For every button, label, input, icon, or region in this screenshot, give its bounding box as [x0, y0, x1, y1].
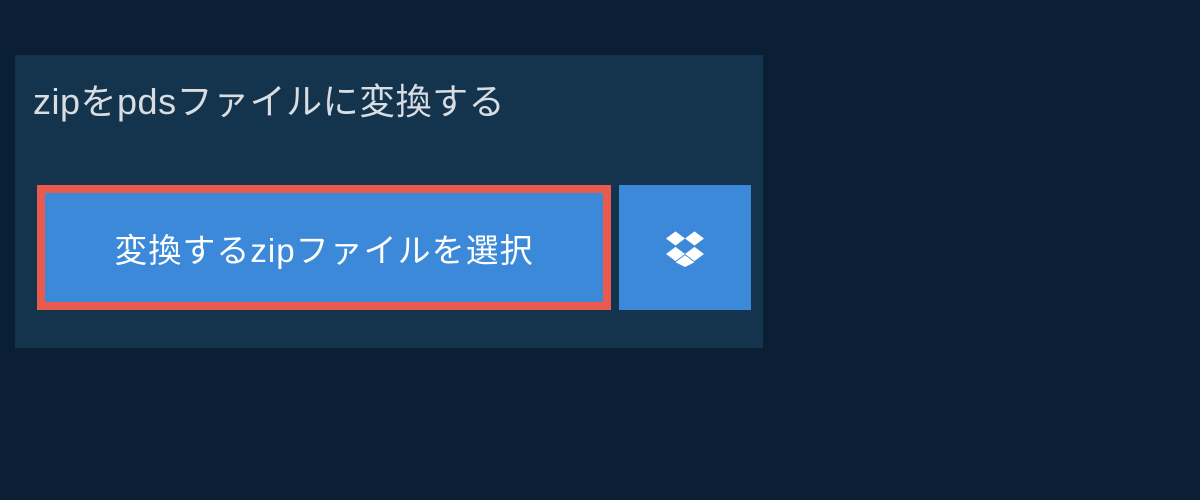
dropbox-button[interactable] — [619, 185, 751, 310]
conversion-panel: zipをpdsファイルに変換する 変換するzipファイルを選択 — [15, 55, 763, 348]
dropbox-icon — [666, 229, 704, 267]
select-file-button[interactable]: 変換するzipファイルを選択 — [37, 185, 611, 310]
select-file-label: 変換するzipファイルを選択 — [114, 224, 533, 272]
page-title: zipをpdsファイルに変換する — [33, 73, 505, 125]
button-row: 変換するzipファイルを選択 — [37, 185, 751, 310]
